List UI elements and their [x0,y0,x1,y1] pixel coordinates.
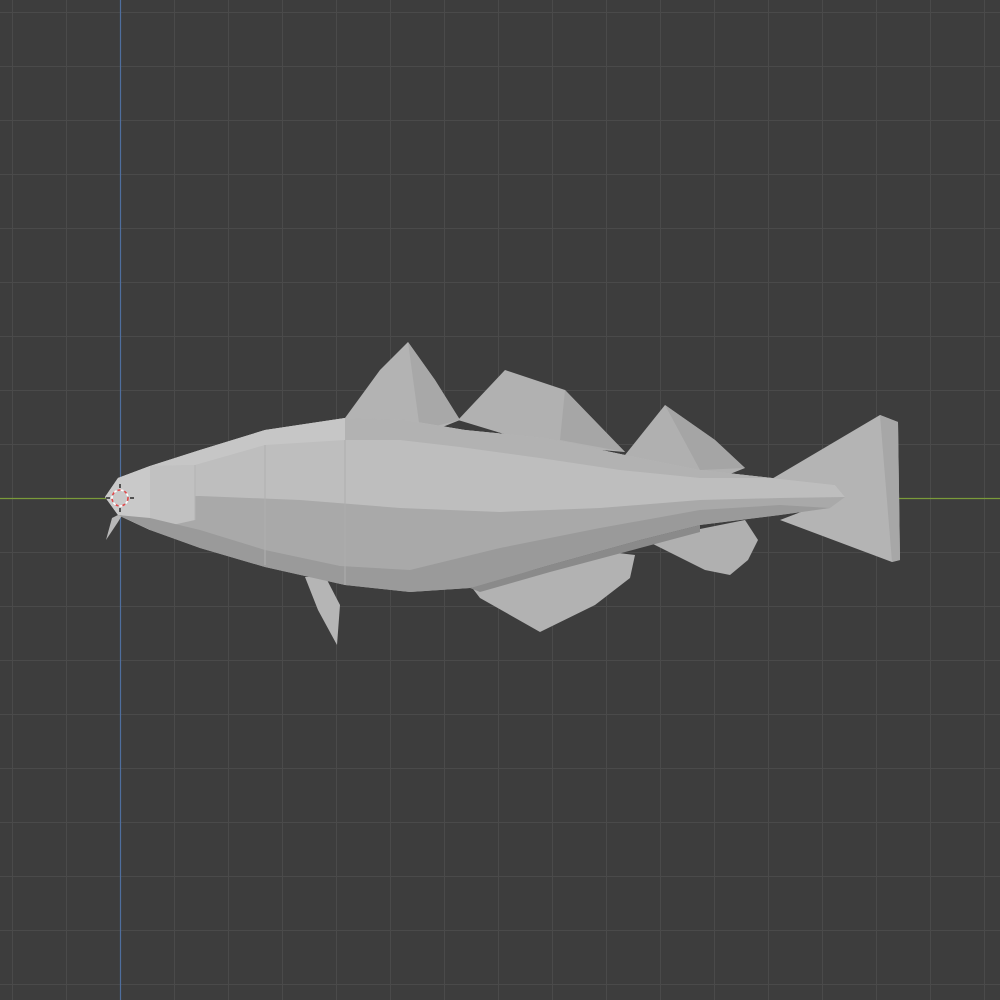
3d-cursor-icon[interactable] [0,0,1000,1000]
3d-viewport[interactable] [0,0,1000,1000]
